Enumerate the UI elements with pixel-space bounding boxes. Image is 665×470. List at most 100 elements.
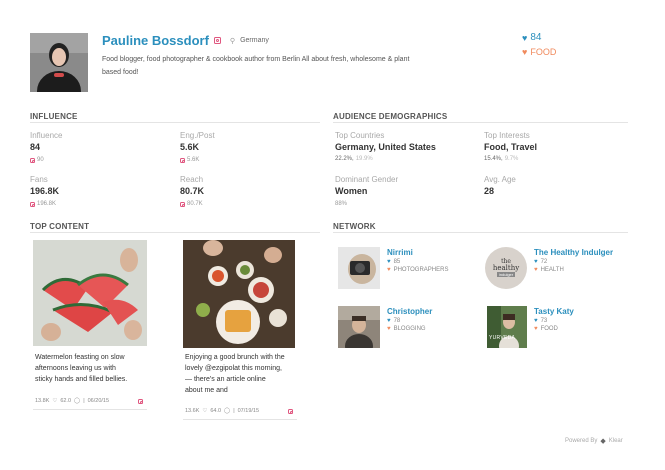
topic-heart-icon: ♥	[387, 267, 391, 273]
content-caption-line: about me and	[185, 387, 228, 394]
score-heart-icon: ♥	[534, 259, 538, 265]
influence-value: 84	[30, 142, 41, 152]
network-name[interactable]: Tasty Katy	[534, 307, 574, 316]
influence-label: Influence	[30, 131, 63, 140]
demographics-divider	[333, 122, 628, 123]
network-topic: PHOTOGRAPHERS	[393, 267, 449, 273]
content-likes: 13.8K	[35, 398, 50, 404]
content-caption-line: Watermelon feasting on slow	[35, 354, 125, 361]
content-caption-line: Enjoying a good brunch with the	[185, 354, 285, 361]
network-avatar[interactable]: the healthy indulger	[485, 247, 527, 289]
card-bottom-rule	[33, 409, 147, 410]
content-date: 06/20/15	[87, 398, 110, 404]
engagement-sub: 5.6K	[187, 157, 200, 163]
network-topic: FOOD	[540, 326, 558, 332]
top-interests-share-b: 9.7%	[504, 156, 519, 162]
age-value: 28	[484, 186, 495, 196]
engagement-value: 5.6K	[180, 142, 200, 152]
fans-label: Fans	[30, 175, 48, 184]
profile-name[interactable]: Pauline Bossdorf	[102, 33, 209, 48]
content-likes: 13.6K	[185, 408, 200, 414]
network-avatar[interactable]: YURVEDA	[487, 306, 527, 348]
content-comments: 64.0	[210, 408, 222, 414]
content-caption-line: lovely @ezgipolat this morning,	[185, 365, 282, 372]
fans-value: 196.8K	[30, 186, 60, 196]
engagement-label: Eng./Post	[180, 131, 215, 140]
network-topic: BLOGGING	[393, 326, 426, 332]
reach-label: Reach	[180, 175, 204, 184]
network-item-tasty-katy[interactable]: YURVEDA Tasty Katy ♥ 73 ♥ FOOD	[487, 306, 574, 348]
meta-separator: |	[233, 408, 235, 414]
content-comments: 62.0	[60, 398, 72, 404]
score-heart-icon: ♥	[522, 32, 528, 43]
network-score: 73	[540, 318, 548, 324]
profile-category[interactable]: FOOD	[530, 47, 556, 57]
score-heart-icon: ♥	[387, 318, 391, 324]
profile-bio-line1: Food blogger, food photographer & cookbo…	[102, 56, 410, 63]
healthy-logo-line: indulger	[496, 272, 516, 277]
top-countries-share-a: 22.2%,	[335, 156, 354, 162]
top-countries-value: Germany, United States	[335, 142, 436, 152]
age-label: Avg. Age	[484, 175, 516, 184]
location-pin-icon: ⚲	[229, 37, 236, 45]
content-card[interactable]: Watermelon feasting on slow afternoons l…	[30, 238, 150, 410]
network-name[interactable]: Nirrimi	[387, 248, 448, 257]
top-interests-share-a: 15.4%,	[484, 156, 503, 162]
content-caption-line: — there's an article online	[185, 376, 266, 383]
top-content-divider	[30, 232, 320, 233]
likes-heart-icon: ♡	[202, 408, 208, 414]
influence-sub: 90	[37, 157, 44, 163]
instagram-icon[interactable]	[213, 37, 221, 44]
network-topic: HEALTH	[540, 267, 564, 273]
gender-share: 88%	[335, 201, 348, 207]
network-score: 85	[393, 259, 401, 265]
profile-location: Germany	[240, 37, 269, 44]
reach-sub: 80.7K	[187, 201, 203, 207]
content-image-watermelon[interactable]	[33, 240, 147, 346]
score-heart-icon: ♥	[387, 259, 391, 265]
fans-sub: 196.8K	[37, 201, 57, 207]
network-score: 72	[540, 259, 548, 265]
topic-heart-icon: ♥	[534, 326, 538, 332]
gender-label: Dominant Gender	[335, 175, 399, 184]
network-avatar[interactable]	[338, 247, 380, 289]
profile-avatar	[30, 33, 88, 92]
likes-heart-icon: ♡	[52, 398, 58, 404]
content-card[interactable]: Enjoying a good brunch with the lovely @…	[180, 238, 300, 420]
instagram-icon[interactable]	[138, 398, 143, 404]
network-avatar[interactable]	[338, 306, 380, 348]
top-content-title: TOP CONTENT	[30, 222, 90, 231]
network-divider	[333, 232, 628, 233]
klear-brand[interactable]: Klear	[609, 438, 623, 444]
network-name[interactable]: Christopher	[387, 307, 432, 316]
content-caption-line: sticky hands and filled bellies.	[35, 376, 128, 383]
network-item-nirrimi[interactable]: Nirrimi ♥ 85 ♥ PHOTOGRAPHERS	[338, 247, 448, 289]
network-score: 78	[393, 318, 401, 324]
top-interests-label: Top Interests	[484, 131, 530, 140]
reach-value: 80.7K	[180, 186, 205, 196]
profile-photo	[30, 33, 88, 92]
topic-heart-icon: ♥	[534, 267, 538, 273]
network-item-healthy-indulger[interactable]: the healthy indulger The Healthy Indulge…	[485, 247, 613, 289]
content-caption-line: afternoons leaving us with	[35, 365, 116, 372]
instagram-icon[interactable]	[288, 408, 293, 414]
comment-icon: ◯	[74, 398, 81, 404]
klear-logo-icon: ◆	[600, 438, 606, 445]
influence-divider	[30, 122, 320, 123]
profile-score: 84	[530, 32, 542, 43]
influence-title: INFLUENCE	[30, 112, 78, 121]
demographics-title: AUDIENCE DEMOGRAPHICS	[333, 112, 448, 121]
network-name[interactable]: The Healthy Indulger	[534, 248, 613, 257]
network-item-christopher[interactable]: Christopher ♥ 78 ♥ BLOGGING	[338, 306, 432, 348]
content-image-brunch[interactable]	[183, 240, 295, 348]
comment-icon: ◯	[224, 408, 231, 414]
topic-heart-icon: ♥	[387, 326, 391, 332]
meta-separator: |	[83, 398, 85, 404]
top-interests-value: Food, Travel	[484, 142, 538, 152]
healthy-logo-line: healthy	[492, 264, 520, 272]
content-date: 07/19/15	[237, 408, 260, 414]
katy-logo-text: YURVEDA	[489, 335, 516, 341]
category-heart-icon: ♥	[522, 47, 528, 57]
top-countries-label: Top Countries	[335, 131, 385, 140]
profile-bio-line2: based food!	[102, 69, 139, 76]
